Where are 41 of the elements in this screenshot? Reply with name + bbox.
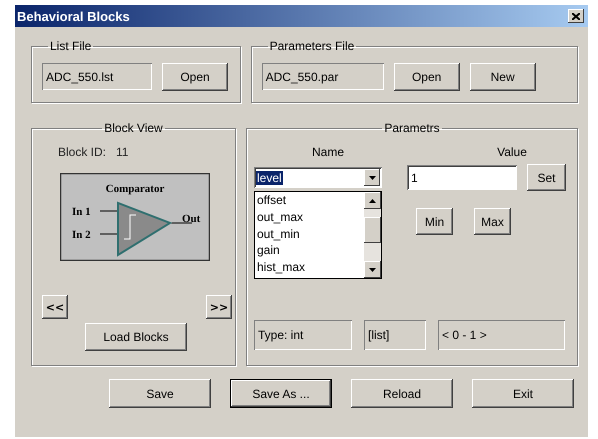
range-field: < 0 - 1 > xyxy=(438,320,565,350)
column-header: Value xyxy=(496,145,528,159)
group-label: Parametrs xyxy=(383,121,441,135)
list-item[interactable]: gain xyxy=(257,242,364,260)
list-item[interactable]: hist_max xyxy=(257,259,364,276)
close-button[interactable] xyxy=(568,9,584,23)
scroll-down-icon xyxy=(369,268,376,272)
group-label: Block View xyxy=(103,121,164,135)
open-button[interactable]: Open xyxy=(162,62,228,90)
group-label: Parameters File xyxy=(268,39,356,53)
scroll-up-icon xyxy=(369,198,376,202)
set-button[interactable]: Set xyxy=(527,164,566,191)
list-item[interactable]: offset xyxy=(257,192,364,209)
open-button[interactable]: Open xyxy=(394,62,460,90)
scrollbar[interactable] xyxy=(364,192,381,278)
new-button[interactable]: New xyxy=(470,62,536,90)
block-diagram: Comparator In 1 In 2 Out xyxy=(60,173,210,261)
mode-field: [list] xyxy=(364,320,426,350)
list-item[interactable]: out_max xyxy=(257,208,364,226)
next-button[interactable]: >> xyxy=(206,295,232,319)
dialog-button[interactable]: Exit xyxy=(472,379,574,408)
group-label: List File xyxy=(49,39,92,53)
max-button[interactable]: Max xyxy=(474,208,511,235)
block-id-value: 11 xyxy=(116,145,128,159)
dropdown-arrow-icon xyxy=(368,176,376,180)
column-header: Name xyxy=(310,145,345,159)
min-button[interactable]: Min xyxy=(416,208,453,235)
load-blocks-button[interactable]: Load Blocks xyxy=(85,323,187,351)
dialog-button[interactable]: Save As ... xyxy=(230,379,332,408)
list-item[interactable]: out_min xyxy=(257,226,364,242)
value-field[interactable]: 1 xyxy=(407,165,517,190)
dialog-button[interactable]: Save xyxy=(109,379,211,408)
window-title: Behavioral Blocks xyxy=(17,8,130,24)
type-field: Type: int xyxy=(254,320,352,350)
name-dropdown[interactable]: level xyxy=(254,167,382,188)
previous-button[interactable]: << xyxy=(42,295,68,319)
file-name-field: ADC_550.lst xyxy=(42,63,152,90)
dialog-button[interactable]: Reload xyxy=(351,379,453,408)
close-icon xyxy=(572,12,580,20)
block-id-label: Block ID: xyxy=(58,145,106,159)
file-name-field: ADC_550.par xyxy=(262,63,384,90)
